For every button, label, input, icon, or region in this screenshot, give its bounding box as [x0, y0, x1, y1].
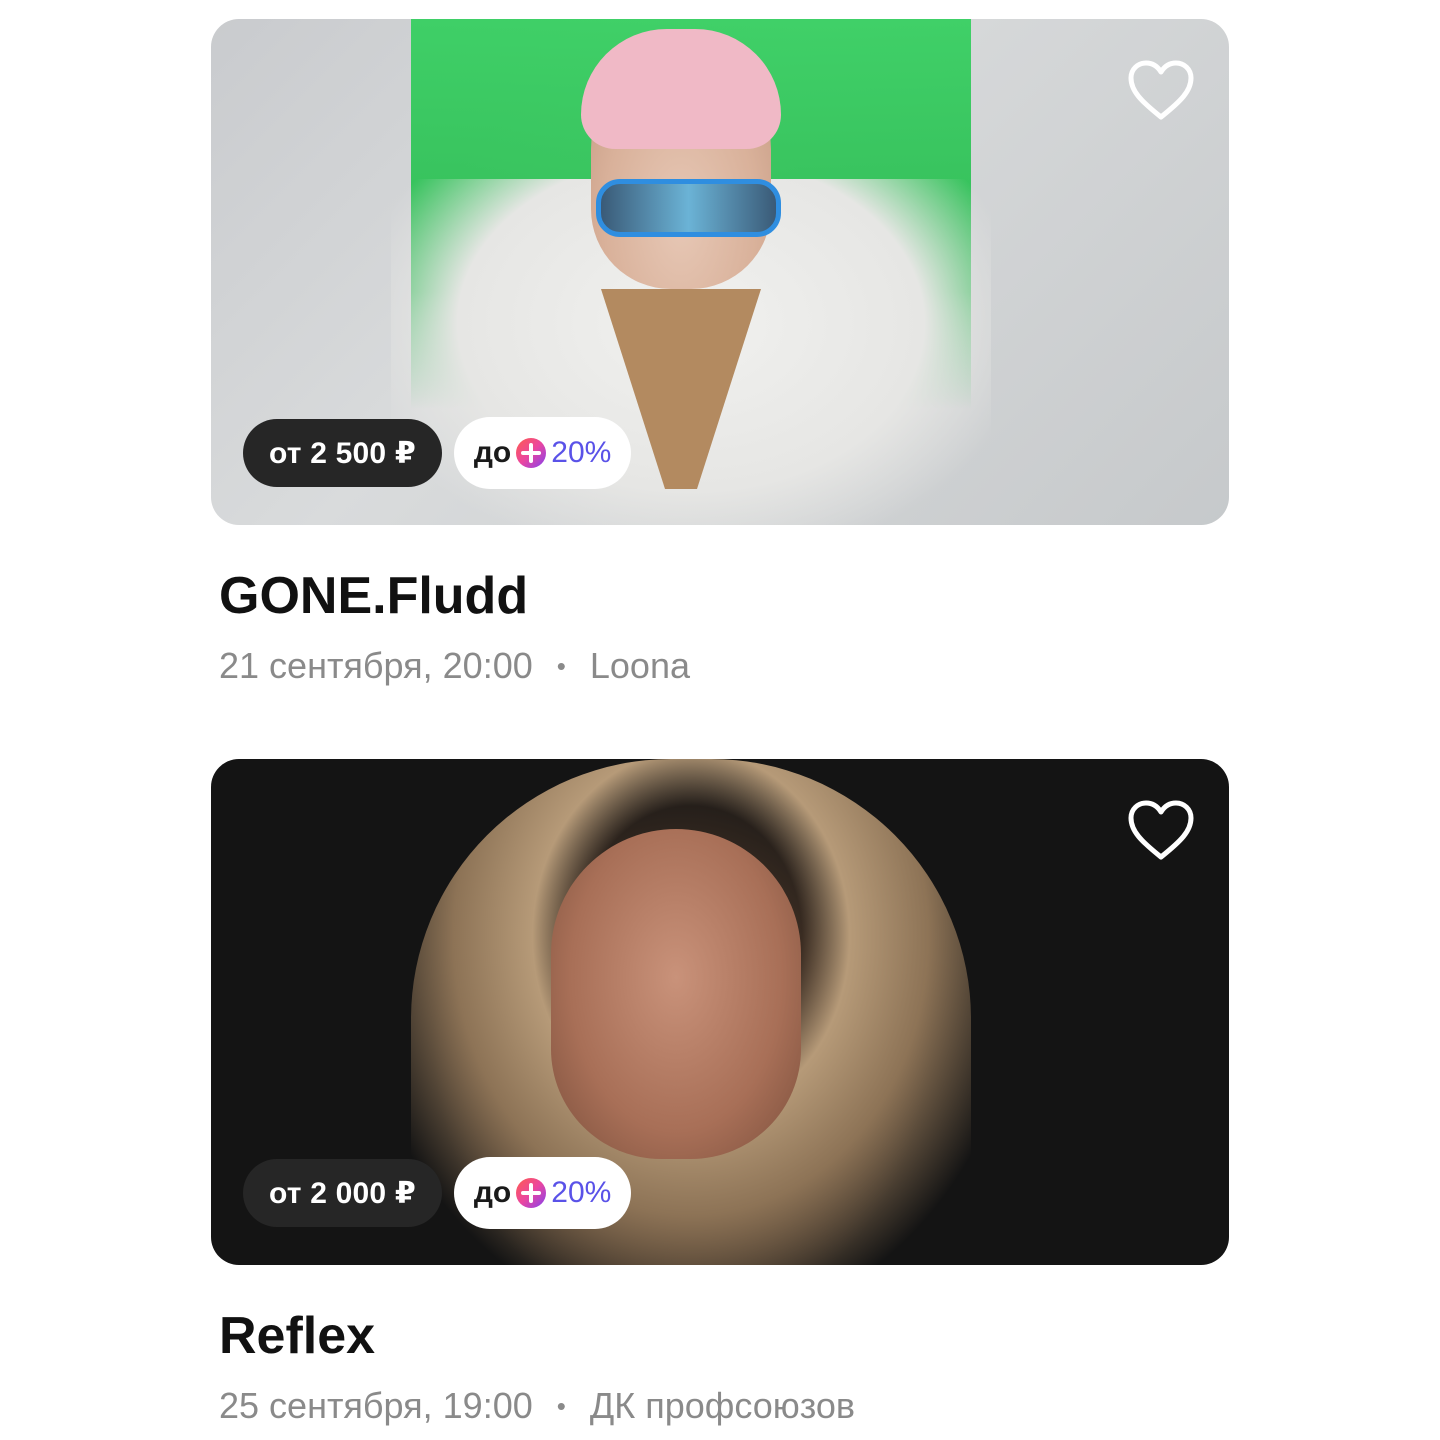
yandex-plus-icon [516, 1178, 547, 1208]
price-badge: от 2 500 ₽ [243, 419, 442, 487]
separator-dot: • [556, 1391, 566, 1421]
plus-prefix: до [473, 1176, 512, 1209]
event-image[interactable]: от 2 500 ₽ до 20% [211, 19, 1229, 525]
heart-outline-icon[interactable] [1127, 799, 1195, 861]
event-title[interactable]: GONE.Fludd [219, 565, 1229, 627]
event-date: 25 сентября, 19:00 [219, 1385, 533, 1426]
price-badge: от 2 000 ₽ [243, 1159, 442, 1227]
plus-cashback-badge: до 20% [453, 1157, 632, 1229]
photo-face [551, 829, 801, 1159]
event-card-reflex[interactable]: от 2 000 ₽ до 20% Reflex 25 сентября, 19… [211, 759, 1229, 1429]
plus-cashback-badge: до 20% [453, 417, 632, 489]
plus-percent: 20% [551, 436, 612, 469]
event-image[interactable]: от 2 000 ₽ до 20% [211, 759, 1229, 1265]
heart-outline-icon[interactable] [1127, 59, 1195, 121]
separator-dot: • [556, 651, 566, 681]
event-meta: 25 сентября, 19:00 • ДК профсоюзов [219, 1383, 1229, 1429]
plus-percent: 20% [551, 1176, 612, 1209]
event-card-gone-fludd[interactable]: от 2 500 ₽ до 20% GONE.Fludd 21 сентября… [211, 19, 1229, 689]
event-title[interactable]: Reflex [219, 1305, 1229, 1367]
yandex-plus-icon [516, 438, 547, 468]
event-venue: ДК профсоюзов [589, 1385, 856, 1426]
badges: от 2 500 ₽ до 20% [243, 417, 632, 489]
badges: от 2 000 ₽ до 20% [243, 1157, 632, 1229]
photo-glasses [596, 179, 781, 237]
event-venue: Loona [589, 645, 690, 686]
event-meta: 21 сентября, 20:00 • Loona [219, 643, 1229, 689]
event-date: 21 сентября, 20:00 [219, 645, 533, 686]
plus-prefix: до [473, 436, 512, 469]
